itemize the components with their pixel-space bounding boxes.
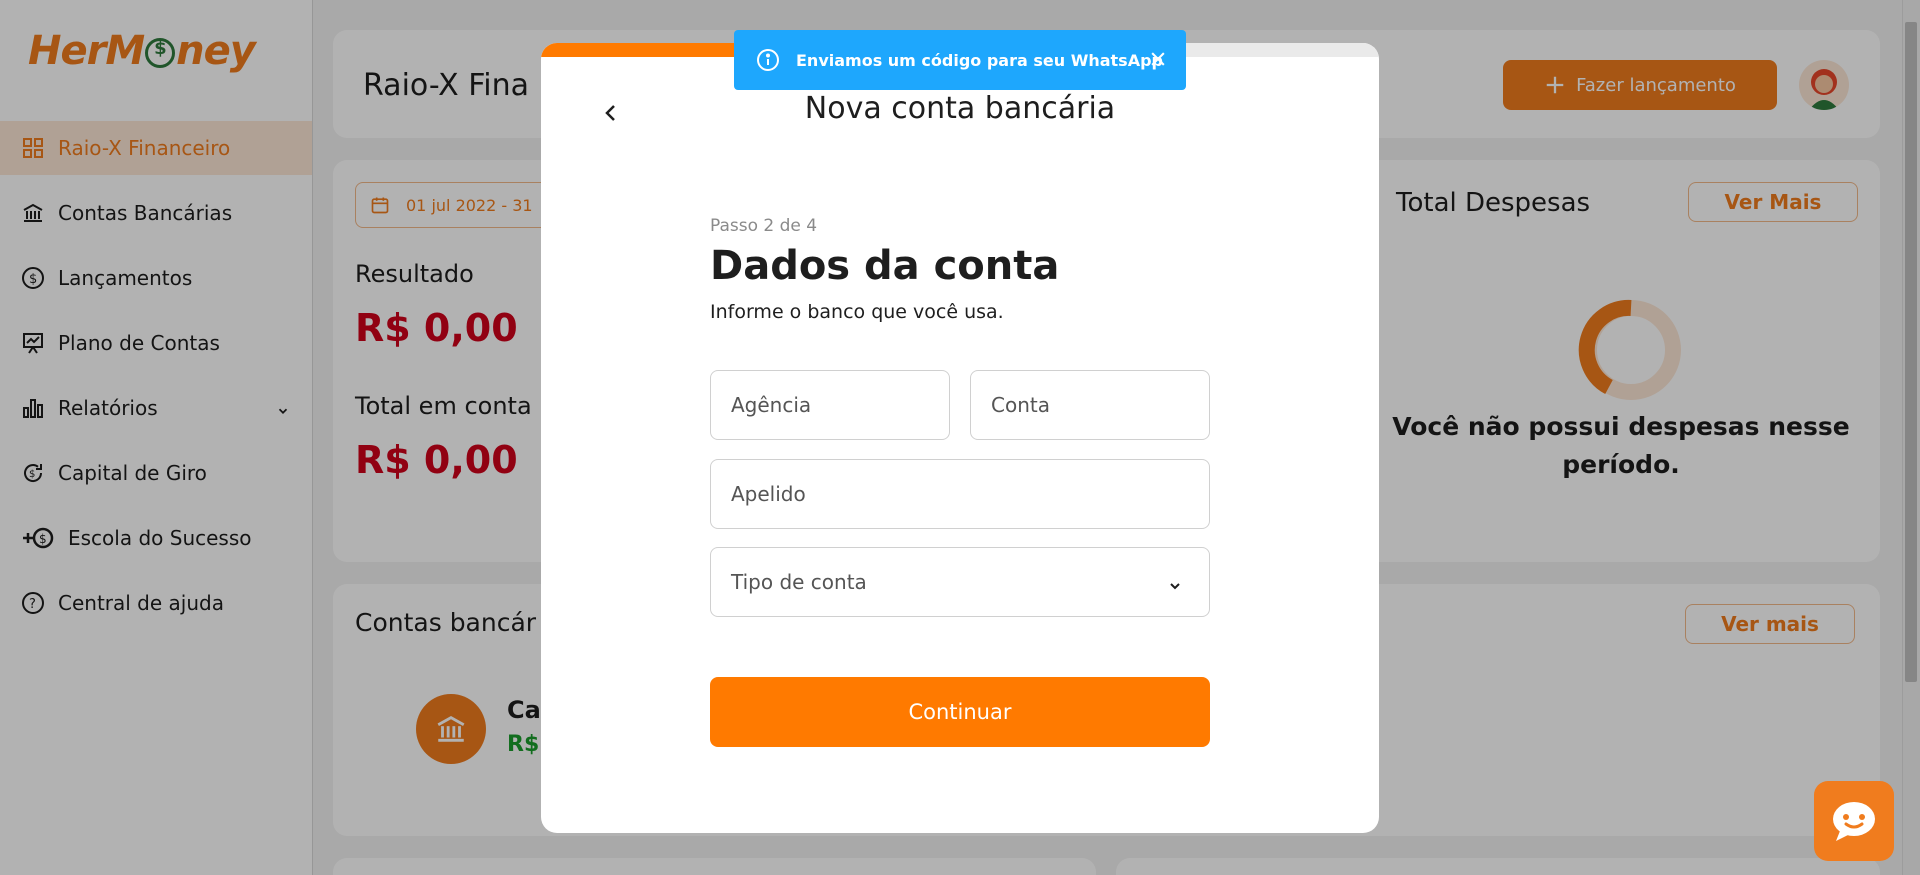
modal-title: Nova conta bancária	[804, 91, 1116, 126]
info-icon	[756, 48, 780, 76]
account-type-placeholder: Tipo de conta	[731, 570, 867, 594]
nickname-placeholder: Apelido	[731, 482, 806, 506]
account-input[interactable]: Conta	[970, 370, 1210, 440]
whatsapp-toast: Enviamos um código para seu WhatsApp	[734, 30, 1186, 90]
progress-fill	[541, 43, 751, 57]
account-type-select[interactable]: Tipo de conta	[710, 547, 1210, 617]
form-title: Dados da conta	[710, 243, 1060, 289]
new-bank-account-modal: Nova conta bancária Passo 2 de 4 Dados d…	[541, 43, 1379, 833]
chat-button[interactable]	[1814, 781, 1894, 861]
form-subtitle: Informe o banco que você usa.	[710, 301, 1004, 323]
toast-message: Enviamos um código para seu WhatsApp	[796, 50, 1163, 70]
agency-placeholder: Agência	[731, 393, 812, 417]
chevron-down-icon	[1167, 575, 1183, 599]
nickname-input[interactable]: Apelido	[710, 459, 1210, 529]
continue-button[interactable]: Continuar	[710, 677, 1210, 747]
close-icon[interactable]	[1148, 49, 1168, 73]
step-indicator: Passo 2 de 4	[710, 216, 818, 236]
agency-input[interactable]: Agência	[710, 370, 950, 440]
account-placeholder: Conta	[991, 393, 1050, 417]
chat-bubble-icon	[1833, 802, 1875, 841]
